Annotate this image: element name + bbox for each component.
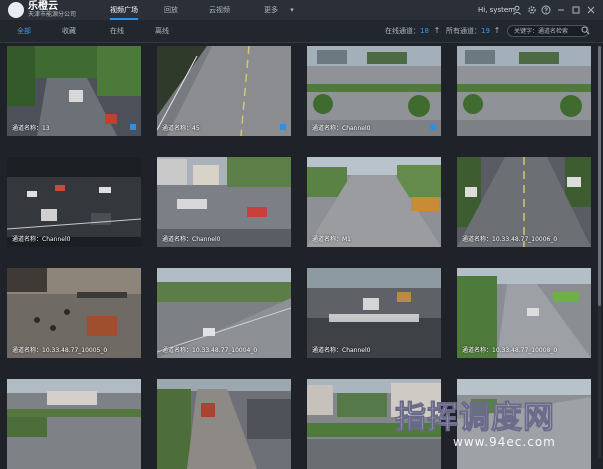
channel-label: 通道名称：10.33.48.77_10004_0 xyxy=(162,347,258,354)
user-greeting[interactable]: Hi, system xyxy=(478,0,515,20)
settings-gear-icon[interactable] xyxy=(527,5,537,15)
channel-label: 通道名称：10.33.48.77_10008_0 xyxy=(462,347,558,354)
online-indicator xyxy=(280,124,286,130)
video-tile[interactable] xyxy=(157,379,291,469)
channel-label: 通道名称：Channel0 xyxy=(312,125,371,132)
close-icon[interactable] xyxy=(586,5,596,15)
arrow-up-icon[interactable]: ↑ xyxy=(492,26,502,36)
video-tile[interactable] xyxy=(457,379,591,469)
video-tile[interactable]: 通道名称：10.33.48.77_10004_0 xyxy=(157,268,291,358)
channel-label: 通道名称：13 xyxy=(12,125,50,132)
search-icon[interactable] xyxy=(580,26,590,36)
filter-online[interactable]: 在线 xyxy=(110,20,124,42)
tab-more-label: 更多 xyxy=(264,6,278,14)
filter-all[interactable]: 全部 xyxy=(17,20,31,42)
online-count-label: 在线通道： xyxy=(385,27,420,35)
video-tile[interactable]: 通道名称：10.33.48.77_10006_0 xyxy=(457,157,591,247)
brand-name: 乐橙云 xyxy=(28,1,58,12)
scrollbar-thumb[interactable] xyxy=(598,46,601,306)
video-tile[interactable]: 通道名称：10.33.48.77_10005_0 xyxy=(7,268,141,358)
online-count-value: 18 xyxy=(420,27,429,35)
tab-playback[interactable]: 回放 xyxy=(164,0,178,20)
video-grid: 通道名称：13 通道名称：45 通道名称：Channel0 通道名称：Chann… xyxy=(0,42,598,469)
video-tile[interactable] xyxy=(457,46,591,136)
app-logo: 乐橙云 天津市能源分公司 xyxy=(8,2,76,18)
minimize-icon[interactable] xyxy=(556,5,566,15)
arrow-up-icon[interactable]: ↑ xyxy=(432,26,442,36)
video-tile[interactable]: 通道名称：Channel0 xyxy=(157,157,291,247)
video-tile[interactable]: 通道名称：13 xyxy=(7,46,141,136)
help-icon[interactable] xyxy=(541,5,551,15)
filter-bar: 全部 收藏 在线 离线 在线通道：18 ↑ 所有通道：19 ↑ 关键字：通道名检… xyxy=(0,20,603,43)
channel-label: 通道名称：Channel0 xyxy=(12,236,71,243)
brand-tagline: 天津市能源分公司 xyxy=(28,11,77,18)
online-channel-count: 在线通道：18 xyxy=(385,20,429,42)
top-bar: 乐橙云 天津市能源分公司 视频广场 回放 云视频 更多 ▾ Hi, system xyxy=(0,0,603,20)
video-tile[interactable]: 通道名称：10.33.48.77_10008_0 xyxy=(457,268,591,358)
online-indicator xyxy=(130,124,136,130)
video-tile[interactable]: 通道名称：Channel0 xyxy=(307,46,441,136)
maximize-icon[interactable] xyxy=(571,5,581,15)
video-tile[interactable]: 通道名称：Channel0 xyxy=(7,157,141,247)
video-tile[interactable] xyxy=(7,379,141,469)
channel-label: 通道名称：10.33.48.77_10005_0 xyxy=(12,347,108,354)
total-count-label: 所有通道： xyxy=(446,27,481,35)
user-icon[interactable] xyxy=(512,5,522,15)
tab-cloud-video[interactable]: 云视频 xyxy=(209,0,230,20)
filter-offline[interactable]: 离线 xyxy=(155,20,169,42)
chevron-down-icon: ▾ xyxy=(290,6,294,14)
total-count-value: 19 xyxy=(481,27,490,35)
online-indicator xyxy=(430,124,436,130)
video-tile[interactable]: 通道名称：45 xyxy=(157,46,291,136)
channel-label: 通道名称：Channel0 xyxy=(312,347,371,354)
channel-label: 通道名称：45 xyxy=(162,125,200,132)
channel-label: 通道名称：Channel0 xyxy=(162,236,221,243)
filter-favorites[interactable]: 收藏 xyxy=(62,20,76,42)
video-tile[interactable] xyxy=(307,379,441,469)
total-channel-count: 所有通道：19 xyxy=(446,20,490,42)
channel-label: 通道名称：M1 xyxy=(312,236,351,243)
tab-more[interactable]: 更多 ▾ xyxy=(264,0,294,20)
cloud-logo-icon xyxy=(8,2,24,18)
scrollbar[interactable] xyxy=(598,46,601,458)
tab-video-square[interactable]: 视频广场 xyxy=(110,0,138,20)
video-tile[interactable]: 通道名称：Channel0 xyxy=(307,268,441,358)
channel-label: 通道名称：10.33.48.77_10006_0 xyxy=(462,236,558,243)
search-input[interactable]: 关键字：通道名检索 xyxy=(507,25,589,37)
video-tile[interactable]: 通道名称：M1 xyxy=(307,157,441,247)
